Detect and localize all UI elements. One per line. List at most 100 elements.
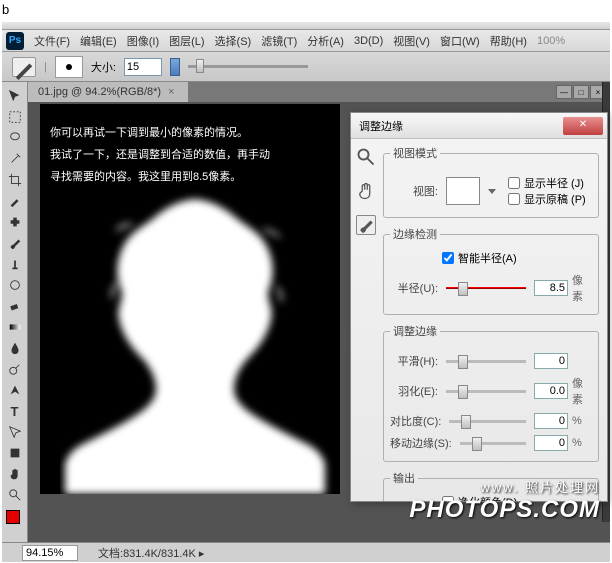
- tab-close-icon[interactable]: ×: [165, 86, 177, 98]
- gradient-tool-icon[interactable]: [4, 317, 26, 337]
- menu-3d[interactable]: 3D(D): [350, 33, 387, 49]
- brush-size-input[interactable]: [124, 58, 162, 76]
- brush-preview[interactable]: [55, 56, 83, 78]
- zoom-tool-icon[interactable]: [4, 485, 26, 505]
- blur-tool-icon[interactable]: [4, 338, 26, 358]
- smooth-input[interactable]: [534, 353, 568, 369]
- contrast-label: 对比度(C):: [390, 413, 441, 429]
- menu-bar: 文件(F) 编辑(E) 图像(I) 图层(L) 选择(S) 滤镜(T) 分析(A…: [2, 30, 610, 52]
- dodge-tool-icon[interactable]: [4, 359, 26, 379]
- menu-view[interactable]: 视图(V): [389, 31, 434, 51]
- menu-analysis[interactable]: 分析(A): [303, 31, 348, 51]
- size-dropdown-icon[interactable]: [170, 58, 180, 76]
- refine-edge-dialog: 调整边缘 ✕ 视图模式 视图: 显示半径 (J) 显示: [350, 112, 608, 502]
- contrast-slider[interactable]: [449, 420, 526, 423]
- unit-label: 像素: [572, 272, 592, 304]
- hand-tool-icon[interactable]: [4, 464, 26, 484]
- type-tool-icon[interactable]: T: [4, 401, 26, 421]
- contrast-input[interactable]: [534, 413, 568, 429]
- smooth-label: 平滑(H):: [390, 353, 438, 369]
- unit-label: %: [572, 415, 592, 427]
- hand-tool-icon[interactable]: [356, 181, 376, 201]
- unit-label: %: [572, 437, 592, 449]
- document-canvas[interactable]: 你可以再试一下调到最小的像素的情况。 我试了一下，还是调整到合适的数值，再手动 …: [40, 104, 340, 494]
- group-label: 边缘检测: [390, 226, 440, 242]
- document-tab-bar: 01.jpg @ 94.2%(RGB/8*) × — □ ×: [28, 82, 610, 102]
- stamp-tool-icon[interactable]: [4, 254, 26, 274]
- eyedropper-tool-icon[interactable]: [4, 191, 26, 211]
- shift-slider[interactable]: [460, 442, 526, 445]
- heal-tool-icon[interactable]: [4, 212, 26, 232]
- document-tab-label: 01.jpg @ 94.2%(RGB/8*): [38, 86, 161, 98]
- photoshop-window: Ps 文件(F) 编辑(E) 图像(I) 图层(L) 选择(S) 滤镜(T) 分…: [2, 22, 610, 562]
- menu-select[interactable]: 选择(S): [211, 31, 256, 51]
- marquee-tool-icon[interactable]: [4, 107, 26, 127]
- watermark: www. 照片处理网 PHOTOPS.COM: [409, 477, 600, 524]
- dialog-title: 调整边缘: [359, 118, 403, 134]
- zoom-tool-icon[interactable]: [356, 147, 376, 167]
- dialog-close-button[interactable]: ✕: [563, 117, 603, 135]
- group-label: 视图模式: [390, 145, 440, 161]
- brush-tool-icon[interactable]: [4, 233, 26, 253]
- menu-filter[interactable]: 滤镜(T): [257, 31, 301, 51]
- doc-maximize-icon[interactable]: □: [573, 85, 589, 99]
- shift-input[interactable]: [534, 435, 568, 451]
- smart-radius-label: 智能半径(A): [458, 250, 517, 266]
- view-dropdown-icon[interactable]: [488, 189, 496, 194]
- size-label: 大小:: [91, 59, 116, 75]
- eraser-tool-icon[interactable]: [4, 296, 26, 316]
- overlay-line: 寻找需要的内容。我这里用到8.5像素。: [50, 166, 270, 188]
- brush-size-slider[interactable]: [188, 65, 308, 68]
- crop-tool-icon[interactable]: [4, 170, 26, 190]
- doc-window-controls: — □ ×: [556, 85, 606, 99]
- dialog-titlebar[interactable]: 调整边缘 ✕: [351, 113, 607, 139]
- docinfo: 文档:831.4K/831.4K ▸: [98, 545, 204, 561]
- menu-edit[interactable]: 编辑(E): [76, 31, 121, 51]
- feather-label: 羽化(E):: [390, 383, 438, 399]
- lasso-tool-icon[interactable]: [4, 128, 26, 148]
- smooth-slider[interactable]: [446, 360, 526, 363]
- menu-layer[interactable]: 图层(L): [165, 31, 208, 51]
- window-titlebar: [2, 22, 610, 30]
- menu-file[interactable]: 文件(F): [30, 31, 74, 51]
- document-tab[interactable]: 01.jpg @ 94.2%(RGB/8*) ×: [28, 82, 188, 102]
- overlay-line: 你可以再试一下调到最小的像素的情况。: [50, 122, 270, 144]
- menu-help[interactable]: 帮助(H): [486, 31, 531, 51]
- color-swatch[interactable]: [6, 510, 24, 528]
- refine-brush-icon[interactable]: [356, 215, 376, 235]
- dialog-tool-strip: [351, 139, 381, 501]
- options-bar: | 大小:: [2, 52, 610, 82]
- pen-tool-icon[interactable]: [4, 380, 26, 400]
- silhouette-mask: [60, 189, 340, 494]
- zoom-input[interactable]: [22, 545, 78, 561]
- smart-radius-checkbox[interactable]: [442, 252, 454, 264]
- group-label: 调整边缘: [390, 323, 440, 339]
- current-tool-icon[interactable]: [12, 57, 36, 77]
- history-brush-icon[interactable]: [4, 275, 26, 295]
- show-radius-checkbox[interactable]: [508, 177, 520, 189]
- wand-tool-icon[interactable]: [4, 149, 26, 169]
- path-tool-icon[interactable]: [4, 422, 26, 442]
- doc-minimize-icon[interactable]: —: [556, 85, 572, 99]
- radius-input[interactable]: [534, 280, 568, 296]
- overlay-annotation: 你可以再试一下调到最小的像素的情况。 我试了一下，还是调整到合适的数值，再手动 …: [50, 122, 270, 188]
- toolbox: T: [2, 82, 28, 542]
- show-radius-label: 显示半径 (J): [524, 175, 584, 191]
- shape-tool-icon[interactable]: [4, 443, 26, 463]
- feather-input[interactable]: [534, 383, 568, 399]
- show-original-checkbox[interactable]: [508, 193, 520, 205]
- view-thumbnail[interactable]: [446, 177, 480, 205]
- radius-slider[interactable]: [446, 287, 526, 289]
- menu-window[interactable]: 窗口(W): [436, 31, 484, 51]
- move-tool-icon[interactable]: [4, 86, 26, 106]
- adjust-edge-group: 调整边缘 平滑(H): 羽化(E):像素 对比度(C):% 移动边缘(S):%: [383, 323, 599, 462]
- zoom-readout: 100%: [533, 33, 569, 49]
- radius-label: 半径(U):: [390, 280, 438, 296]
- view-mode-group: 视图模式 视图: 显示半径 (J) 显示原稿 (P): [383, 145, 599, 218]
- watermark-line: PHOTOPS.COM: [409, 496, 600, 524]
- overlay-line: 我试了一下，还是调整到合适的数值，再手动: [50, 144, 270, 166]
- feather-slider[interactable]: [446, 390, 526, 393]
- menu-image[interactable]: 图像(I): [123, 31, 163, 51]
- watermark-line: www. 照片处理网: [409, 477, 600, 496]
- unit-label: 像素: [572, 375, 592, 407]
